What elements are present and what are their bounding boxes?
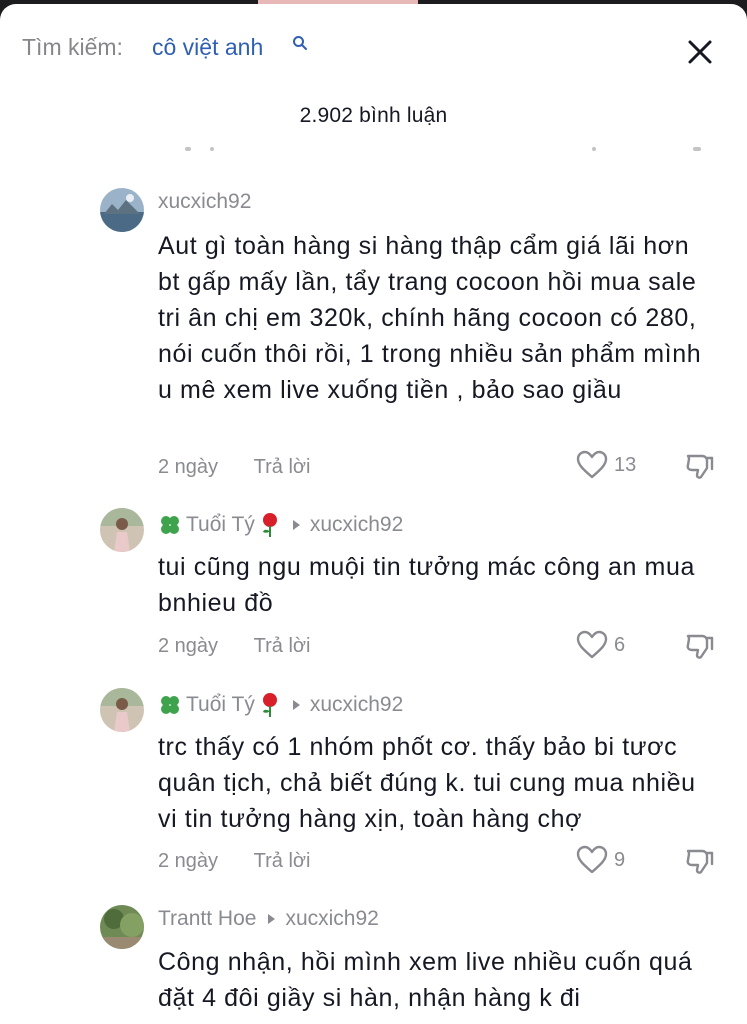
comment-text: Aut gì toàn hàng si hàng thập cẩm giá lã… bbox=[158, 232, 702, 404]
clover-icon bbox=[161, 696, 179, 714]
search-icon[interactable] bbox=[291, 34, 309, 52]
scroll-peek bbox=[185, 147, 701, 151]
comment-meta: 2 ngày Trả lời bbox=[158, 635, 310, 658]
reply-arrow-icon bbox=[292, 520, 300, 530]
comment-meta: 2 ngày Trả lời bbox=[158, 850, 310, 873]
reply-button[interactable]: Trả lời bbox=[254, 456, 311, 478]
comment-username[interactable]: Trantt Hoe xucxich92 bbox=[158, 907, 379, 931]
comment-username[interactable]: xucxich92 bbox=[158, 190, 251, 214]
comment-time: 2 ngày bbox=[158, 456, 219, 478]
reply-to-username[interactable]: xucxich92 bbox=[310, 513, 403, 537]
like-count: 13 bbox=[614, 453, 637, 476]
comment-meta: 2 ngày Trả lời bbox=[158, 456, 310, 479]
heart-outline-icon bbox=[576, 630, 608, 659]
heart-outline-icon bbox=[576, 450, 608, 479]
comment-time: 2 ngày bbox=[158, 635, 219, 657]
comments-sheet: Tìm kiếm: cô việt anh 2.902 bình luận xu… bbox=[0, 4, 747, 1024]
reply-arrow-icon bbox=[268, 914, 276, 924]
comment-username[interactable]: Tuổi Tý xucxich92 bbox=[158, 512, 403, 538]
comment-text: Công nhận, hồi mình xem live nhiều cuốn … bbox=[158, 948, 693, 1012]
thumbs-down-icon[interactable] bbox=[684, 845, 716, 877]
reply-to-username[interactable]: xucxich92 bbox=[310, 693, 403, 717]
rose-icon bbox=[262, 693, 277, 717]
clover-icon bbox=[161, 516, 179, 534]
rose-icon bbox=[262, 513, 277, 537]
thumbs-down-icon[interactable] bbox=[684, 450, 716, 482]
reply-button[interactable]: Trả lời bbox=[254, 850, 311, 872]
like-button[interactable]: 6 bbox=[576, 630, 625, 660]
comment-text: trc thấy có 1 nhóm phốt cơ. thấy bảo bi … bbox=[158, 733, 696, 833]
close-icon[interactable] bbox=[680, 32, 720, 72]
search-label: Tìm kiếm: bbox=[22, 34, 123, 60]
reply-button[interactable]: Trả lời bbox=[254, 635, 311, 657]
like-button[interactable]: 9 bbox=[576, 845, 625, 875]
avatar[interactable] bbox=[100, 188, 144, 232]
reply-arrow-icon bbox=[292, 700, 300, 710]
search-row[interactable]: Tìm kiếm: cô việt anh bbox=[0, 4, 747, 94]
like-button[interactable]: 13 bbox=[576, 450, 636, 480]
comment-count: 2.902 bình luận bbox=[299, 104, 448, 127]
like-count: 6 bbox=[614, 633, 626, 656]
heart-outline-icon bbox=[576, 845, 608, 874]
reply-to-username[interactable]: xucxich92 bbox=[285, 907, 378, 931]
comment-username[interactable]: Tuổi Tý xucxich92 bbox=[158, 692, 403, 718]
avatar[interactable] bbox=[100, 688, 144, 732]
comment-text: tui cũng ngu muội tin tưởng mác công an … bbox=[158, 553, 695, 617]
comment-time: 2 ngày bbox=[158, 850, 219, 872]
avatar[interactable] bbox=[100, 905, 144, 949]
avatar[interactable] bbox=[100, 508, 144, 552]
thumbs-down-icon[interactable] bbox=[684, 630, 716, 662]
search-term[interactable]: cô việt anh bbox=[152, 34, 263, 61]
like-count: 9 bbox=[614, 848, 626, 871]
